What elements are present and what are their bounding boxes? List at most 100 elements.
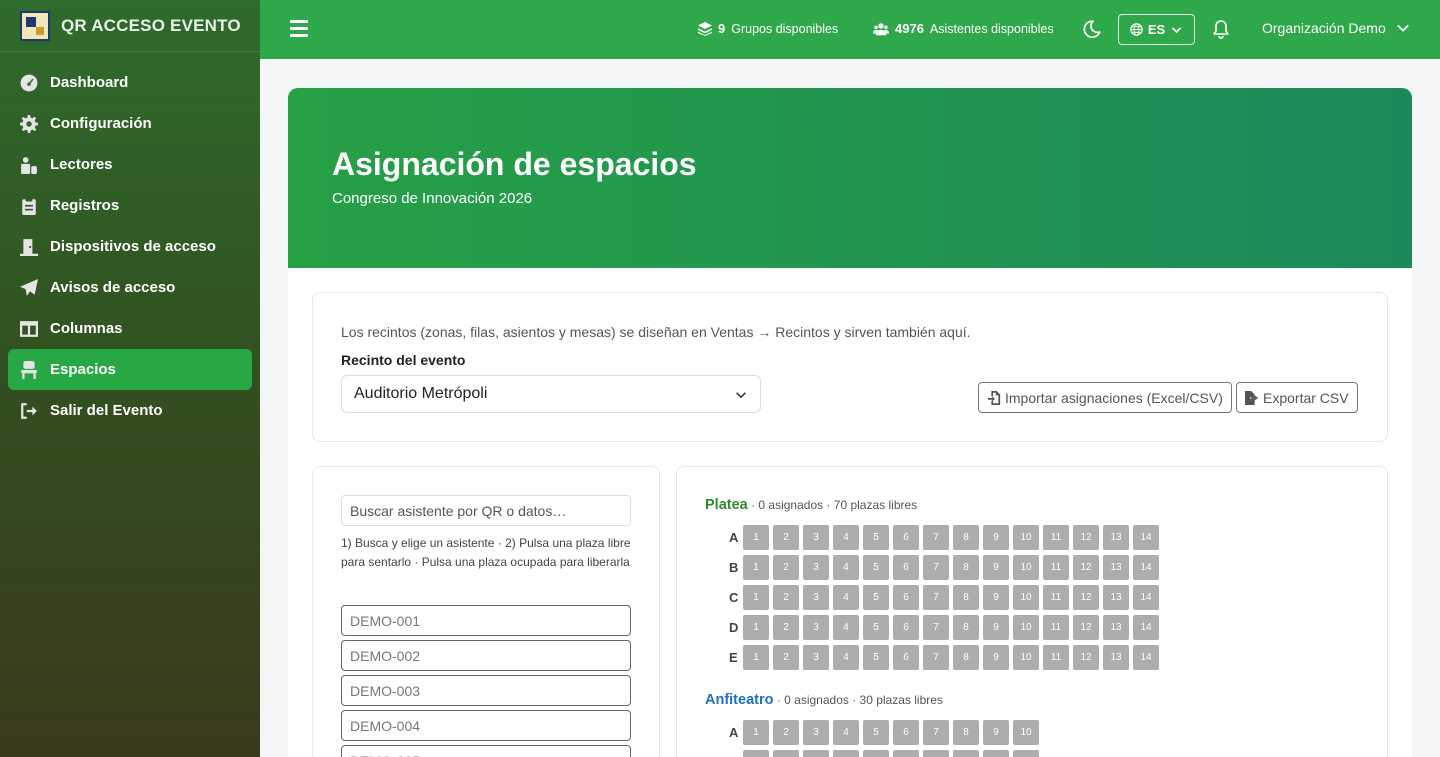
seat-button[interactable]: 8 xyxy=(953,524,979,550)
seat-button[interactable]: 4 xyxy=(833,584,859,610)
seat-button[interactable]: 2 xyxy=(773,524,799,550)
seat-button[interactable]: 5 xyxy=(863,524,889,550)
seat-button[interactable]: 14 xyxy=(1133,554,1159,580)
sidebar-item-columnas[interactable]: Columnas xyxy=(0,308,260,349)
seat-button[interactable]: 13 xyxy=(1103,614,1129,640)
seat-button[interactable]: 5 xyxy=(863,614,889,640)
seat-button[interactable]: 12 xyxy=(1073,584,1099,610)
brand[interactable]: QR ACCESO EVENTO xyxy=(0,0,260,52)
seat-button[interactable]: 11 xyxy=(1043,614,1069,640)
seat-button[interactable]: 6 xyxy=(893,524,919,550)
seat-button[interactable]: 6 xyxy=(893,644,919,670)
seat-button[interactable] xyxy=(803,749,829,757)
export-button[interactable]: Exportar CSV xyxy=(1236,382,1358,413)
seat-button[interactable]: 5 xyxy=(863,584,889,610)
seat-button[interactable] xyxy=(863,749,889,757)
seat-button[interactable]: 2 xyxy=(773,644,799,670)
seat-button[interactable]: 5 xyxy=(863,554,889,580)
sidebar-item-espacios[interactable]: Espacios xyxy=(8,349,252,390)
seat-button[interactable]: 13 xyxy=(1103,584,1129,610)
seat-button[interactable]: 9 xyxy=(983,614,1009,640)
seat-button[interactable]: 7 xyxy=(923,614,949,640)
seat-button[interactable] xyxy=(923,749,949,757)
seat-button[interactable]: 5 xyxy=(863,644,889,670)
seat-button[interactable]: 3 xyxy=(803,644,829,670)
attendee-search-input[interactable] xyxy=(341,495,631,526)
seat-button[interactable]: 10 xyxy=(1013,584,1039,610)
seat-button[interactable]: 9 xyxy=(983,524,1009,550)
seat-button[interactable]: 6 xyxy=(893,554,919,580)
seat-button[interactable]: 8 xyxy=(953,584,979,610)
seat-button[interactable]: 1 xyxy=(743,614,769,640)
seat-button[interactable]: 10 xyxy=(1013,524,1039,550)
venue-select[interactable]: Auditorio Metrópoli xyxy=(341,375,761,413)
seat-button[interactable]: 11 xyxy=(1043,524,1069,550)
sidebar-item-registros[interactable]: Registros xyxy=(0,185,260,226)
seat-button[interactable]: 14 xyxy=(1133,524,1159,550)
seat-button[interactable]: 10 xyxy=(1013,554,1039,580)
attendee-item[interactable]: DEMO-003 xyxy=(341,675,631,706)
seat-button[interactable]: 12 xyxy=(1073,554,1099,580)
attendee-item[interactable]: DEMO-005 xyxy=(341,745,631,757)
seat-button[interactable]: 3 xyxy=(803,584,829,610)
seat-button[interactable]: 10 xyxy=(1013,644,1039,670)
seat-button[interactable]: 4 xyxy=(833,524,859,550)
menu-toggle-icon[interactable] xyxy=(290,20,308,38)
seat-button[interactable]: 1 xyxy=(743,554,769,580)
seat-button[interactable]: 7 xyxy=(923,524,949,550)
seat-button[interactable]: 14 xyxy=(1133,584,1159,610)
seat-button[interactable]: 12 xyxy=(1073,644,1099,670)
seat-button[interactable]: 1 xyxy=(743,719,769,745)
seat-button[interactable]: 14 xyxy=(1133,644,1159,670)
seat-button[interactable]: 8 xyxy=(953,644,979,670)
seat-button[interactable]: 9 xyxy=(983,554,1009,580)
seat-button[interactable]: 2 xyxy=(773,554,799,580)
seat-button[interactable]: 7 xyxy=(923,719,949,745)
seat-button[interactable]: 9 xyxy=(983,584,1009,610)
seat-button[interactable] xyxy=(983,749,1009,757)
attendee-item[interactable]: DEMO-004 xyxy=(341,710,631,741)
organization-menu[interactable]: Organización Demo xyxy=(1262,20,1410,36)
seat-button[interactable] xyxy=(893,749,919,757)
seat-button[interactable]: 3 xyxy=(803,524,829,550)
seat-button[interactable]: 10 xyxy=(1013,719,1039,745)
seat-button[interactable] xyxy=(743,749,769,757)
seat-button[interactable]: 9 xyxy=(983,644,1009,670)
seat-button[interactable]: 4 xyxy=(833,719,859,745)
seat-button[interactable]: 12 xyxy=(1073,614,1099,640)
seat-button[interactable]: 12 xyxy=(1073,524,1099,550)
seat-button[interactable] xyxy=(1013,749,1039,757)
seat-button[interactable]: 1 xyxy=(743,524,769,550)
seat-button[interactable]: 4 xyxy=(833,554,859,580)
attendee-item[interactable]: DEMO-001 xyxy=(341,605,631,636)
seat-button[interactable]: 7 xyxy=(923,644,949,670)
seat-button[interactable]: 5 xyxy=(863,719,889,745)
import-button[interactable]: Importar asignaciones (Excel/CSV) xyxy=(978,382,1232,413)
sidebar-item-dispositivos[interactable]: Dispositivos de acceso xyxy=(0,226,260,267)
seat-button[interactable]: 8 xyxy=(953,719,979,745)
seat-button[interactable]: 3 xyxy=(803,614,829,640)
seat-button[interactable]: 13 xyxy=(1103,554,1129,580)
seat-button[interactable]: 13 xyxy=(1103,644,1129,670)
seat-button[interactable]: 4 xyxy=(833,614,859,640)
language-button[interactable]: ES xyxy=(1118,14,1195,45)
seat-button[interactable]: 6 xyxy=(893,584,919,610)
seat-button[interactable]: 7 xyxy=(923,584,949,610)
seat-button[interactable]: 2 xyxy=(773,719,799,745)
seat-button[interactable] xyxy=(773,749,799,757)
seat-button[interactable]: 13 xyxy=(1103,524,1129,550)
dark-mode-icon[interactable] xyxy=(1082,19,1102,39)
sidebar-item-salir[interactable]: Salir del Evento xyxy=(0,390,260,431)
seat-button[interactable]: 2 xyxy=(773,584,799,610)
attendee-item[interactable]: DEMO-002 xyxy=(341,640,631,671)
sidebar-item-avisos[interactable]: Avisos de acceso xyxy=(0,267,260,308)
seat-button[interactable]: 8 xyxy=(953,554,979,580)
seat-button[interactable] xyxy=(953,749,979,757)
seat-button[interactable]: 4 xyxy=(833,644,859,670)
seat-button[interactable]: 6 xyxy=(893,614,919,640)
seat-button[interactable]: 11 xyxy=(1043,644,1069,670)
seat-button[interactable]: 9 xyxy=(983,719,1009,745)
seat-button[interactable]: 8 xyxy=(953,614,979,640)
seat-button[interactable]: 14 xyxy=(1133,614,1159,640)
sidebar-item-lectores[interactable]: Lectores xyxy=(0,144,260,185)
